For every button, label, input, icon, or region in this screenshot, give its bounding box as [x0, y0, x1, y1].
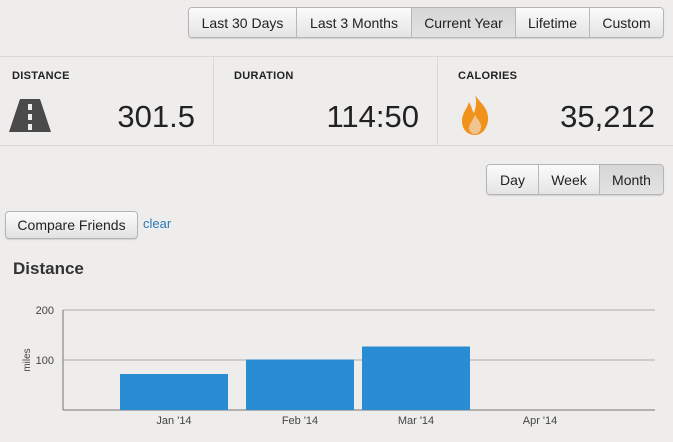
clear-link[interactable]: clear	[143, 216, 171, 231]
y-axis-label: miles	[22, 348, 33, 371]
y-tick-label: 100	[36, 355, 54, 367]
tab-week[interactable]: Week	[538, 165, 599, 194]
tab-month[interactable]: Month	[599, 165, 663, 194]
granularity-selector: Day Week Month	[486, 164, 664, 195]
tab-custom[interactable]: Custom	[589, 8, 663, 37]
stat-distance-value: 301.5	[117, 99, 195, 134]
bar-0	[120, 374, 228, 410]
tab-last-30-days[interactable]: Last 30 Days	[189, 8, 296, 37]
tab-lifetime[interactable]: Lifetime	[515, 8, 589, 37]
tab-day[interactable]: Day	[487, 165, 538, 194]
chart-title: Distance	[13, 259, 84, 278]
stat-duration: DURATION 114:50	[213, 57, 437, 145]
stat-calories: CALORIES 35,212	[437, 57, 673, 145]
tab-last-3-months[interactable]: Last 3 Months	[296, 8, 411, 37]
date-range-selector: Last 30 Days Last 3 Months Current Year Lif…	[188, 7, 664, 38]
road-icon	[8, 95, 52, 140]
bar-2	[362, 346, 470, 410]
x-tick-label: Jan '14	[156, 415, 191, 427]
bar-1	[246, 359, 354, 410]
stat-calories-label: CALORIES	[458, 70, 518, 82]
y-tick-label: 200	[36, 305, 54, 317]
flame-icon	[458, 93, 492, 142]
x-tick-label: Apr '14	[523, 415, 558, 427]
x-tick-label: Mar '14	[398, 415, 434, 427]
stat-duration-label: DURATION	[234, 70, 294, 82]
stats-panel: DISTANCE 301.5 DURATION 114:50 CALORIES …	[0, 56, 673, 146]
stat-distance: DISTANCE 301.5	[0, 57, 213, 145]
tab-current-year[interactable]: Current Year	[411, 8, 515, 37]
stat-calories-value: 35,212	[560, 99, 655, 134]
x-tick-label: Feb '14	[282, 415, 318, 427]
stat-distance-label: DISTANCE	[12, 70, 70, 82]
distance-chart: 100 200 miles Jan '14 Feb '14 Mar '14 Apr '14	[22, 305, 655, 427]
stat-duration-value: 114:50	[326, 99, 419, 134]
compare-friends-button[interactable]: Compare Friends	[5, 211, 138, 239]
